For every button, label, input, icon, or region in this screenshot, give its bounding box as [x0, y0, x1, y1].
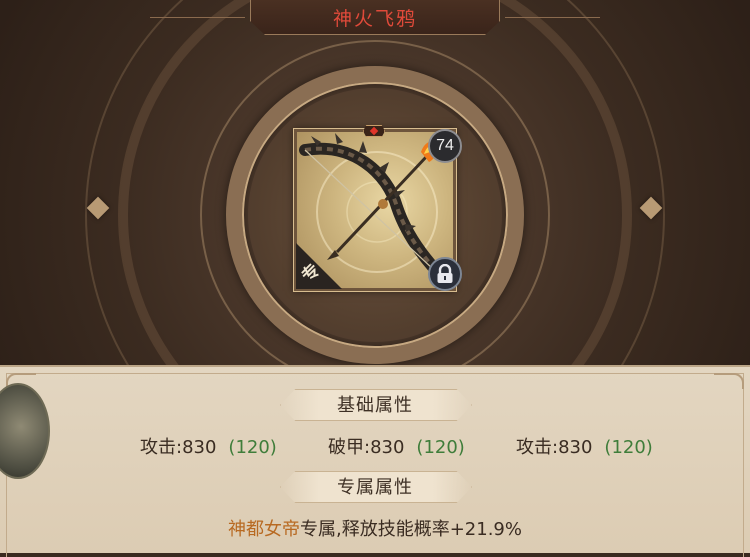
title-divider-right: [505, 17, 600, 18]
level-badge: 74: [428, 129, 462, 163]
stat-label: 破甲:830: [328, 437, 405, 458]
exclusive-effect: 神都女帝专属,释放技能概率+21.9%: [0, 515, 750, 541]
stat-armor-break: 破甲:830 (120): [328, 433, 465, 459]
stat-label: 攻击:830: [516, 437, 593, 458]
gem-dot: [369, 126, 379, 136]
gem-icon: [363, 125, 385, 137]
stat-bonus: (120): [604, 437, 653, 458]
stat-bonus: (120): [228, 437, 277, 458]
exclusive-attributes-header: 专属属性: [280, 471, 472, 503]
title-banner: 神火飞鸦: [250, 0, 500, 35]
base-attributes-header: 基础属性: [280, 389, 472, 421]
stat-label: 攻击:830: [140, 437, 217, 458]
stat-attack-1: 攻击:830 (120): [140, 433, 277, 459]
lock-icon: [437, 264, 453, 283]
stat-attack-2: 攻击:830 (120): [516, 433, 653, 459]
exclusive-attributes-title: 专属属性: [337, 477, 413, 498]
panel-corner-right: [714, 373, 744, 389]
stat-bonus: (120): [416, 437, 465, 458]
exclusive-effect-text: 专属,释放技能概率+21.9%: [300, 519, 522, 540]
exclusive-hero-name: 神都女帝: [228, 519, 300, 540]
base-attributes-title: 基础属性: [337, 395, 413, 416]
item-level: 74: [436, 137, 454, 154]
title-divider-left: [150, 17, 245, 18]
item-title: 神火飞鸦: [332, 7, 417, 30]
lock-button[interactable]: [428, 257, 462, 291]
